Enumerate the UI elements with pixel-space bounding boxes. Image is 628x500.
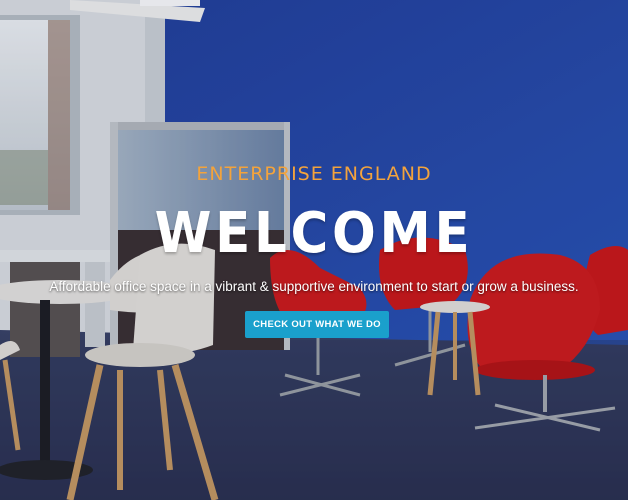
hero-overlay [0, 0, 628, 500]
check-out-what-we-do-button[interactable]: CHECK OUT WHAT WE DO [245, 311, 389, 338]
hero-background-image [0, 0, 628, 500]
